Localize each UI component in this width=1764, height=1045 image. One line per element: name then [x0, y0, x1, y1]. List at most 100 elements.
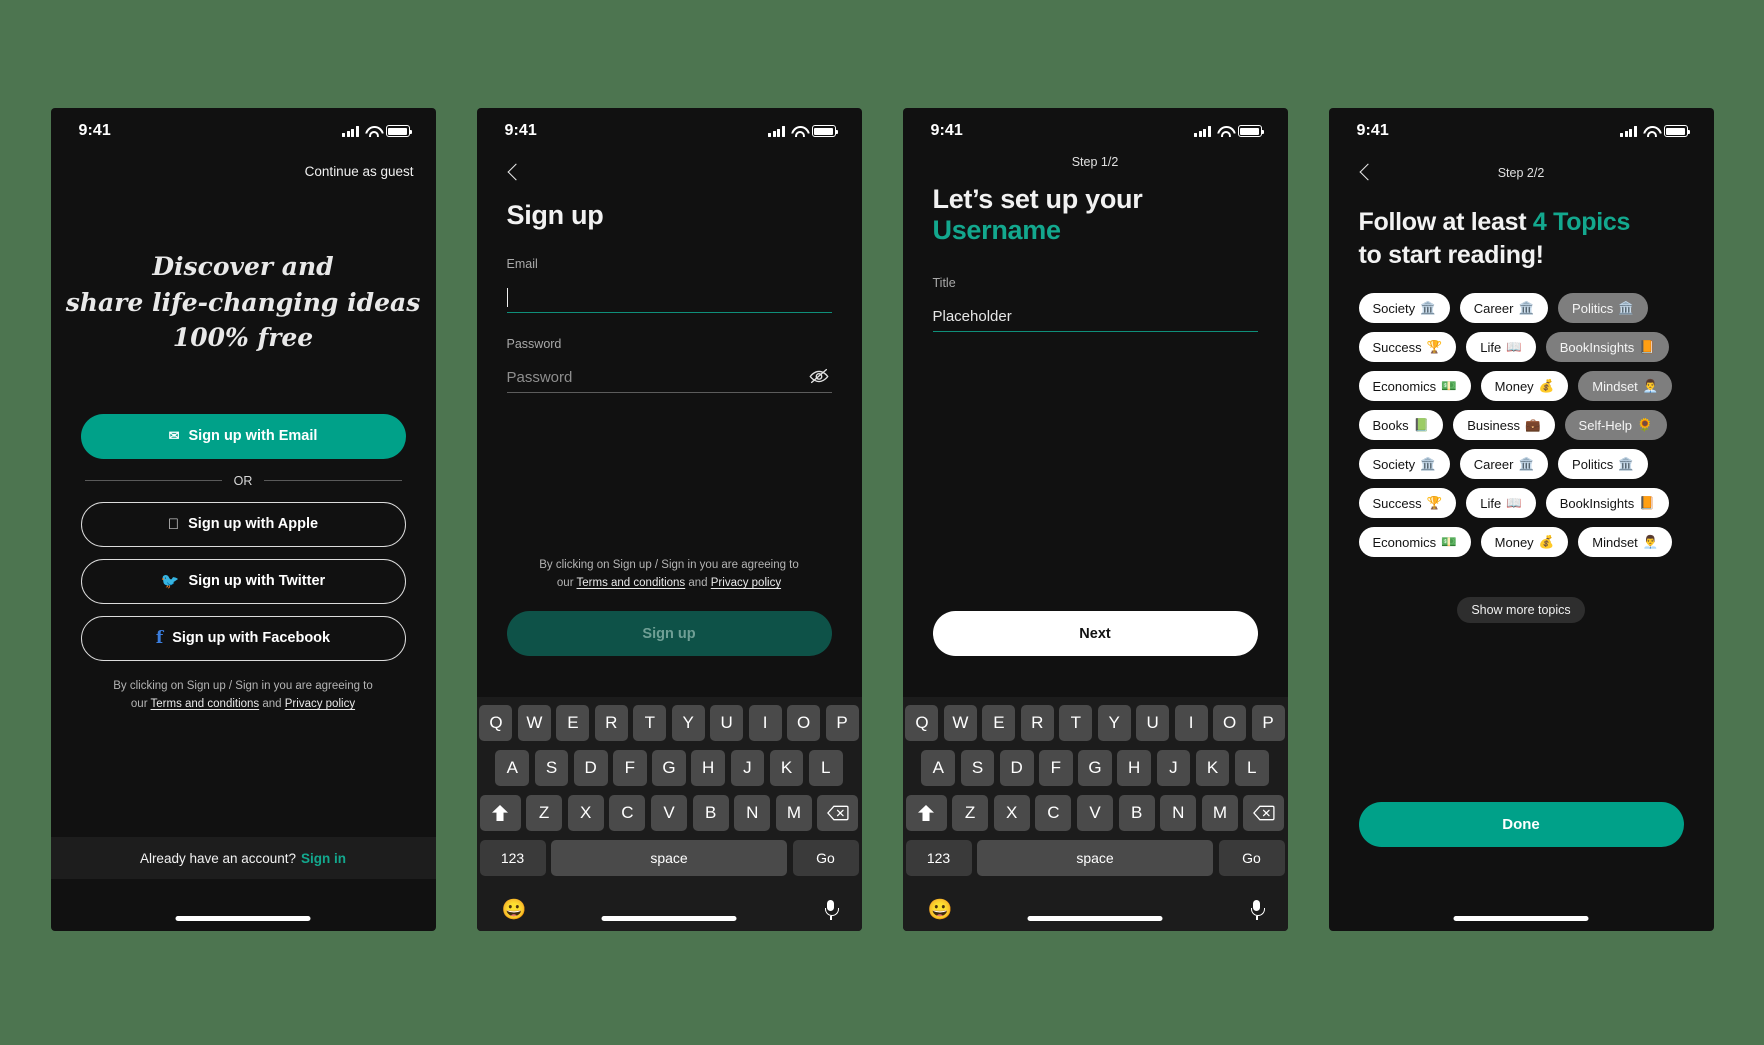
key-i[interactable]: I: [1174, 705, 1208, 741]
microphone-icon[interactable]: [1250, 900, 1265, 920]
key-r[interactable]: R: [594, 705, 628, 741]
topic-chip[interactable]: Money 💰: [1480, 371, 1569, 401]
go-key[interactable]: Go: [792, 840, 859, 876]
privacy-link[interactable]: Privacy policy: [711, 577, 781, 589]
backspace-key[interactable]: [817, 795, 859, 831]
key-c[interactable]: C: [609, 795, 646, 831]
topic-chip[interactable]: Economics 💵: [1358, 371, 1471, 401]
key-d[interactable]: D: [573, 750, 608, 786]
topic-chip[interactable]: Economics 💵: [1358, 527, 1471, 557]
done-button[interactable]: Done: [1358, 802, 1684, 847]
key-j[interactable]: J: [1156, 750, 1191, 786]
key-t[interactable]: T: [1059, 705, 1093, 741]
key-a[interactable]: A: [921, 750, 956, 786]
signup-with-email-button[interactable]: ✉ Sign up with Email: [80, 413, 406, 459]
key-q[interactable]: Q: [479, 705, 513, 741]
key-p[interactable]: P: [825, 705, 859, 741]
key-v[interactable]: V: [650, 795, 688, 831]
key-q[interactable]: Q: [905, 705, 939, 741]
key-e[interactable]: E: [982, 705, 1016, 741]
topic-chip[interactable]: BookInsights 📙: [1545, 332, 1669, 362]
key-w[interactable]: W: [943, 705, 977, 741]
numeric-key[interactable]: 123: [905, 840, 972, 876]
key-m[interactable]: M: [1201, 795, 1238, 831]
space-key[interactable]: space: [551, 840, 787, 876]
key-e[interactable]: E: [556, 705, 590, 741]
key-h[interactable]: H: [1117, 750, 1152, 786]
topic-chip[interactable]: Self-Help 🌻: [1564, 410, 1667, 440]
key-d[interactable]: D: [999, 750, 1034, 786]
topic-chip[interactable]: Success 🏆: [1358, 332, 1457, 362]
key-n[interactable]: N: [734, 795, 771, 831]
privacy-link[interactable]: Privacy policy: [285, 698, 355, 710]
key-l[interactable]: L: [808, 750, 843, 786]
key-p[interactable]: P: [1251, 705, 1285, 741]
key-o[interactable]: O: [787, 705, 821, 741]
topic-chip[interactable]: Books 📗: [1358, 410, 1444, 440]
emoji-icon[interactable]: 😀: [502, 900, 527, 920]
key-k[interactable]: K: [769, 750, 804, 786]
next-button[interactable]: Next: [932, 611, 1258, 656]
emoji-icon[interactable]: 😀: [928, 900, 953, 920]
topic-chip[interactable]: Society 🏛️: [1358, 293, 1450, 323]
key-w[interactable]: W: [517, 705, 551, 741]
signup-with-twitter-button[interactable]: 🐦 Sign up with Twitter: [80, 558, 406, 604]
key-s[interactable]: S: [960, 750, 995, 786]
topic-chip[interactable]: Mindset 👨‍💼: [1578, 527, 1673, 557]
key-b[interactable]: B: [692, 795, 729, 831]
key-f[interactable]: F: [613, 750, 647, 786]
key-v[interactable]: V: [1076, 795, 1114, 831]
terms-link[interactable]: Terms and conditions: [577, 577, 686, 589]
topic-chip[interactable]: Life 📖: [1466, 332, 1536, 362]
key-o[interactable]: O: [1213, 705, 1247, 741]
topic-chip[interactable]: Society 🏛️: [1358, 449, 1450, 479]
microphone-icon[interactable]: [824, 900, 839, 920]
key-n[interactable]: N: [1160, 795, 1197, 831]
key-x[interactable]: X: [993, 795, 1030, 831]
signin-footer[interactable]: Already have an account? Sign in: [50, 837, 436, 879]
backspace-key[interactable]: [1243, 795, 1285, 831]
continue-as-guest-link[interactable]: Continue as guest: [51, 154, 436, 179]
topic-chip[interactable]: Mindset 👨‍💼: [1578, 371, 1673, 401]
topic-chip[interactable]: Politics 🏛️: [1558, 449, 1648, 479]
key-f[interactable]: F: [1039, 750, 1073, 786]
key-u[interactable]: U: [1136, 705, 1170, 741]
key-l[interactable]: L: [1234, 750, 1269, 786]
shift-key[interactable]: [479, 795, 521, 831]
key-z[interactable]: Z: [526, 795, 563, 831]
key-t[interactable]: T: [633, 705, 667, 741]
signin-link[interactable]: Sign in: [301, 851, 346, 866]
signup-submit-button[interactable]: Sign up: [506, 611, 832, 656]
signup-with-apple-button[interactable]:  Sign up with Apple: [80, 501, 406, 547]
key-u[interactable]: U: [710, 705, 744, 741]
topic-chip[interactable]: Money 💰: [1480, 527, 1569, 557]
key-i[interactable]: I: [748, 705, 782, 741]
key-g[interactable]: G: [652, 750, 686, 786]
key-h[interactable]: H: [691, 750, 726, 786]
key-y[interactable]: Y: [1097, 705, 1131, 741]
key-g[interactable]: G: [1078, 750, 1112, 786]
key-a[interactable]: A: [495, 750, 530, 786]
key-z[interactable]: Z: [952, 795, 989, 831]
title-input[interactable]: Placeholder: [932, 302, 1258, 332]
back-button[interactable]: [503, 162, 525, 184]
topic-chip[interactable]: Career 🏛️: [1459, 293, 1549, 323]
back-button[interactable]: [1355, 162, 1377, 184]
numeric-key[interactable]: 123: [479, 840, 546, 876]
email-input[interactable]: [506, 283, 832, 313]
space-key[interactable]: space: [977, 840, 1213, 876]
topic-chip[interactable]: Life 📖: [1466, 488, 1536, 518]
password-input[interactable]: Password: [506, 363, 832, 393]
go-key[interactable]: Go: [1218, 840, 1285, 876]
key-m[interactable]: M: [775, 795, 812, 831]
terms-link[interactable]: Terms and conditions: [151, 698, 260, 710]
key-j[interactable]: J: [730, 750, 765, 786]
shift-key[interactable]: [905, 795, 947, 831]
key-s[interactable]: S: [534, 750, 569, 786]
key-b[interactable]: B: [1118, 795, 1155, 831]
topic-chip[interactable]: Success 🏆: [1358, 488, 1457, 518]
topic-chip[interactable]: BookInsights 📙: [1545, 488, 1669, 518]
topic-chip[interactable]: Career 🏛️: [1459, 449, 1549, 479]
key-c[interactable]: C: [1035, 795, 1072, 831]
key-r[interactable]: R: [1020, 705, 1054, 741]
